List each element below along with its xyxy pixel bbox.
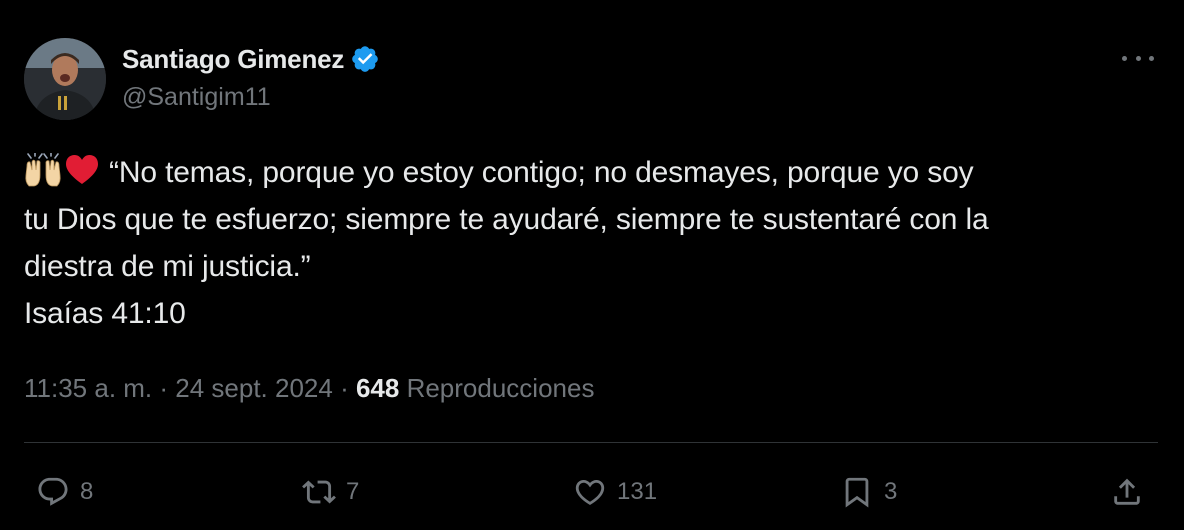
- meta-separator-2: ·: [332, 373, 356, 403]
- repost-count: 7: [346, 478, 360, 505]
- like-button[interactable]: 131: [573, 470, 657, 514]
- repost-icon: [302, 480, 336, 504]
- verified-badge-icon[interactable]: [350, 44, 380, 74]
- author-handle[interactable]: @Santigim11: [122, 83, 271, 112]
- avatar[interactable]: [24, 38, 106, 120]
- reply-count: 8: [80, 478, 94, 505]
- bookmark-button[interactable]: 3: [840, 470, 897, 514]
- author-name-row[interactable]: Santiago Gimenez: [122, 43, 380, 75]
- reply-icon: [38, 477, 68, 506]
- repost-button[interactable]: 7: [302, 470, 359, 514]
- tweet-time[interactable]: 11:35 a. m.: [24, 373, 152, 404]
- author-display-name[interactable]: Santiago Gimenez: [122, 44, 344, 75]
- tweet-text: “No temas, porque yo estoy contigo; no d…: [24, 156, 989, 330]
- action-bar: 8 7 131 3: [0, 470, 1184, 514]
- tweet-date[interactable]: 24 sept. 2024: [175, 373, 333, 404]
- red-heart-icon: [66, 155, 98, 184]
- tweet-card: Santiago Gimenez @Santigim11 “No temas, …: [0, 0, 1184, 530]
- views-label: Reproducciones: [399, 373, 595, 403]
- tweet-meta: 11:35 a. m. · 24 sept. 2024 · 648 Reprod…: [24, 373, 594, 404]
- heart-icon: [575, 479, 605, 505]
- bookmark-count: 3: [884, 478, 898, 505]
- divider: [24, 442, 1158, 443]
- emoji-group: [24, 153, 99, 187]
- more-options-icon[interactable]: [1122, 48, 1154, 68]
- tweet-text-container: “No temas, porque yo estoy contigo; no d…: [24, 149, 1164, 337]
- bookmark-icon: [845, 477, 869, 508]
- raising-hands-icon: [25, 153, 61, 187]
- share-button[interactable]: [1110, 470, 1144, 514]
- reply-button[interactable]: 8: [36, 470, 93, 514]
- views-count: 648: [355, 373, 400, 403]
- meta-separator: ·: [152, 373, 176, 403]
- avatar-image: [24, 38, 106, 120]
- like-count: 131: [617, 478, 658, 505]
- share-icon: [1114, 478, 1140, 505]
